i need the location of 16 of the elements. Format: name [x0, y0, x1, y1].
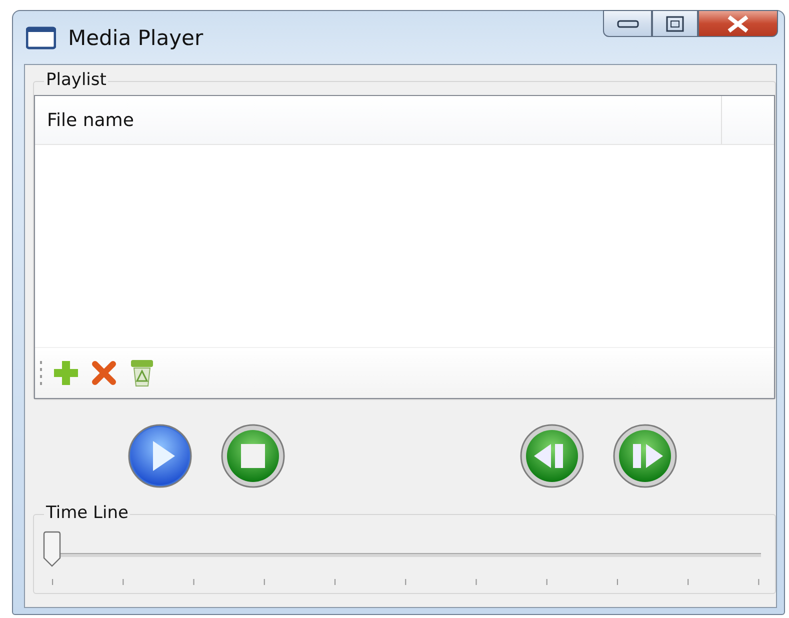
- previous-button[interactable]: [519, 423, 585, 489]
- close-icon: [725, 14, 751, 32]
- minimize-button[interactable]: [603, 10, 652, 37]
- window-icon: [26, 26, 56, 50]
- minimize-icon: [616, 18, 638, 28]
- maximize-icon: [666, 16, 684, 32]
- playlist-list[interactable]: File name: [34, 95, 775, 399]
- grip-icon: [39, 358, 43, 388]
- slider-thumb[interactable]: [42, 531, 62, 567]
- next-button[interactable]: [612, 423, 678, 489]
- stop-button[interactable]: [220, 423, 286, 489]
- play-button[interactable]: [127, 423, 193, 489]
- group-title: Playlist: [44, 70, 108, 90]
- window-title: Media Player: [68, 26, 204, 50]
- close-button[interactable]: [698, 10, 778, 37]
- maximize-button[interactable]: [652, 10, 698, 37]
